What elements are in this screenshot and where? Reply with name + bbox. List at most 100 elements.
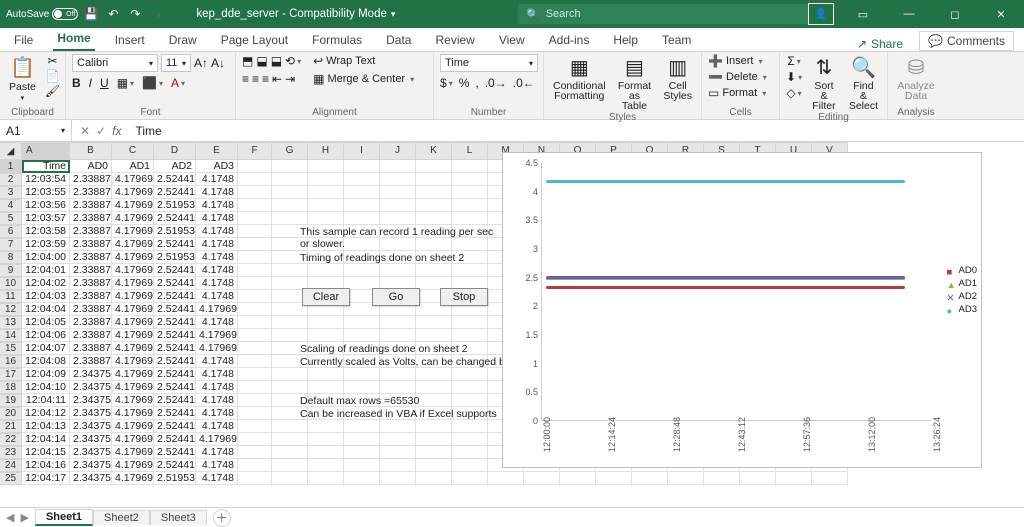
cell[interactable] xyxy=(308,459,344,472)
cell[interactable] xyxy=(238,238,272,251)
cell[interactable]: 12:04:08 xyxy=(22,355,70,368)
cell[interactable] xyxy=(416,316,452,329)
worksheet-grid[interactable]: ◢ABCDEFGHIJKLMNOPQRSTUV 1TimeAD0AD1AD2AD… xyxy=(0,142,1024,507)
cell[interactable] xyxy=(238,251,272,264)
cell[interactable]: 2.52441 xyxy=(154,420,196,433)
name-box[interactable]: A1▾ xyxy=(0,120,72,141)
cell[interactable] xyxy=(416,446,452,459)
cell[interactable] xyxy=(488,472,524,485)
fill-color-button[interactable]: ⬛ xyxy=(142,76,163,90)
font-name-select[interactable]: Calibri▾ xyxy=(72,54,158,72)
cell[interactable]: 4.17969 xyxy=(112,212,154,225)
column-header[interactable]: H xyxy=(308,142,344,160)
row-header[interactable]: 4 xyxy=(0,199,22,212)
cell[interactable]: 4.1748 xyxy=(196,238,238,251)
orientation-icon[interactable]: ⟲ xyxy=(285,54,301,68)
column-header[interactable]: G xyxy=(272,142,308,160)
cell[interactable]: 2.52441 xyxy=(154,277,196,290)
cell[interactable] xyxy=(776,472,812,485)
ribbon-display-icon[interactable]: ▭ xyxy=(840,0,886,28)
comma-format-icon[interactable]: , xyxy=(475,76,478,90)
cell[interactable]: 12:03:57 xyxy=(22,212,70,225)
cell[interactable] xyxy=(416,160,452,173)
cell[interactable] xyxy=(380,329,416,342)
cell[interactable] xyxy=(416,186,452,199)
tab-view[interactable]: View xyxy=(495,29,529,51)
cell[interactable] xyxy=(452,368,488,381)
cell[interactable]: 4.17969 xyxy=(112,225,154,238)
cell[interactable] xyxy=(740,472,776,485)
cell[interactable]: 12:04:00 xyxy=(22,251,70,264)
cell[interactable]: 4.17969 xyxy=(112,199,154,212)
cell[interactable]: 4.1748 xyxy=(196,264,238,277)
cell[interactable]: 2.52441 xyxy=(154,368,196,381)
cell[interactable] xyxy=(308,381,344,394)
cell[interactable]: 4.17969 xyxy=(112,472,154,485)
cell[interactable]: 12:03:54 xyxy=(22,173,70,186)
cell[interactable] xyxy=(238,225,272,238)
cell-styles-button[interactable]: ▥Cell Styles xyxy=(660,54,695,101)
cell[interactable] xyxy=(344,316,380,329)
align-middle-icon[interactable]: ⬓ xyxy=(256,54,267,68)
cell[interactable]: 4.17969 xyxy=(112,446,154,459)
cell[interactable]: AD2 xyxy=(154,160,196,173)
cell[interactable] xyxy=(380,420,416,433)
cell[interactable] xyxy=(416,420,452,433)
cell[interactable] xyxy=(238,316,272,329)
cell[interactable] xyxy=(272,173,308,186)
cell[interactable] xyxy=(308,316,344,329)
row-header[interactable]: 24 xyxy=(0,459,22,472)
increase-decimal-icon[interactable]: .0→ xyxy=(485,76,507,90)
cell[interactable]: 4.1748 xyxy=(196,394,238,407)
tab-help[interactable]: Help xyxy=(609,29,642,51)
cell[interactable]: 4.1748 xyxy=(196,472,238,485)
cell[interactable]: 4.1748 xyxy=(196,186,238,199)
cell[interactable] xyxy=(452,329,488,342)
cell[interactable]: 4.17969 xyxy=(112,433,154,446)
cell[interactable] xyxy=(596,472,632,485)
cell[interactable]: 12:04:13 xyxy=(22,420,70,433)
align-right-icon[interactable]: ≡ xyxy=(262,72,269,86)
cell[interactable]: 2.51953 xyxy=(154,251,196,264)
cell[interactable] xyxy=(308,329,344,342)
cut-icon[interactable]: ✂ xyxy=(45,54,60,68)
cell[interactable] xyxy=(308,472,344,485)
cell[interactable] xyxy=(452,199,488,212)
cell[interactable] xyxy=(308,173,344,186)
cell[interactable]: 12:04:05 xyxy=(22,316,70,329)
cell[interactable] xyxy=(238,277,272,290)
cell[interactable] xyxy=(238,173,272,186)
cell[interactable]: 4.17969 xyxy=(196,433,238,446)
decrease-decimal-icon[interactable]: .0← xyxy=(513,76,535,90)
cell[interactable] xyxy=(308,446,344,459)
row-header[interactable]: 16 xyxy=(0,355,22,368)
cell[interactable] xyxy=(272,212,308,225)
row-header[interactable]: 2 xyxy=(0,173,22,186)
cell[interactable] xyxy=(344,472,380,485)
cell[interactable] xyxy=(344,329,380,342)
cell[interactable] xyxy=(452,420,488,433)
cell[interactable] xyxy=(272,160,308,173)
cell[interactable]: 12:04:01 xyxy=(22,264,70,277)
analyze-data-button[interactable]: ⛁Analyze Data xyxy=(894,54,938,101)
cell[interactable] xyxy=(416,368,452,381)
cell[interactable] xyxy=(452,173,488,186)
cell[interactable] xyxy=(452,433,488,446)
cell[interactable]: 4.17969 xyxy=(112,303,154,316)
stop-button[interactable]: Stop xyxy=(440,288,488,306)
align-left-icon[interactable]: ≡ xyxy=(242,72,249,86)
percent-format-icon[interactable]: % xyxy=(459,76,470,90)
cell[interactable] xyxy=(416,329,452,342)
cell[interactable]: Time xyxy=(22,160,70,173)
cell[interactable] xyxy=(452,316,488,329)
cell[interactable] xyxy=(344,264,380,277)
cell[interactable]: 2.52441 xyxy=(154,355,196,368)
cell[interactable]: 2.33887 xyxy=(70,225,112,238)
cell[interactable]: 4.17969 xyxy=(112,394,154,407)
cell[interactable]: 2.52441 xyxy=(154,342,196,355)
cell[interactable]: 2.52441 xyxy=(154,303,196,316)
account-icon[interactable]: 👤 xyxy=(808,3,834,25)
fx-icon[interactable]: fx xyxy=(112,124,121,138)
cell[interactable] xyxy=(380,368,416,381)
cell[interactable] xyxy=(272,459,308,472)
